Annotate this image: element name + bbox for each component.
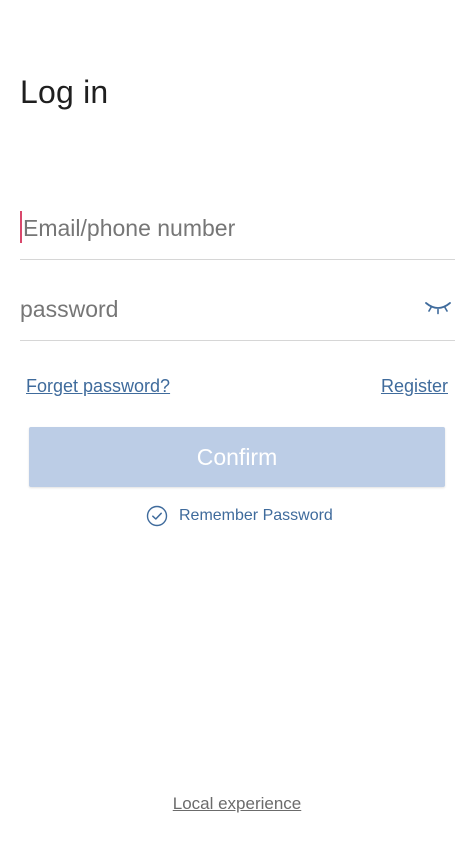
password-field-container [20,281,455,341]
local-experience-link[interactable]: Local experience [173,794,302,813]
forget-password-link[interactable]: Forget password? [26,376,170,397]
eye-closed-icon[interactable] [423,295,453,319]
email-input[interactable] [20,210,418,246]
check-circle-icon [146,505,168,527]
confirm-button[interactable]: Confirm [29,427,445,487]
register-link[interactable]: Register [381,376,448,397]
remember-password-toggle[interactable]: Remember Password [146,504,333,528]
password-input[interactable] [20,291,415,327]
local-experience-container: Local experience [0,794,474,814]
page-title: Log in [20,74,109,110]
auth-links-row: Forget password? Register [26,376,448,402]
remember-password-label: Remember Password [179,507,333,524]
email-field-container [20,200,455,260]
